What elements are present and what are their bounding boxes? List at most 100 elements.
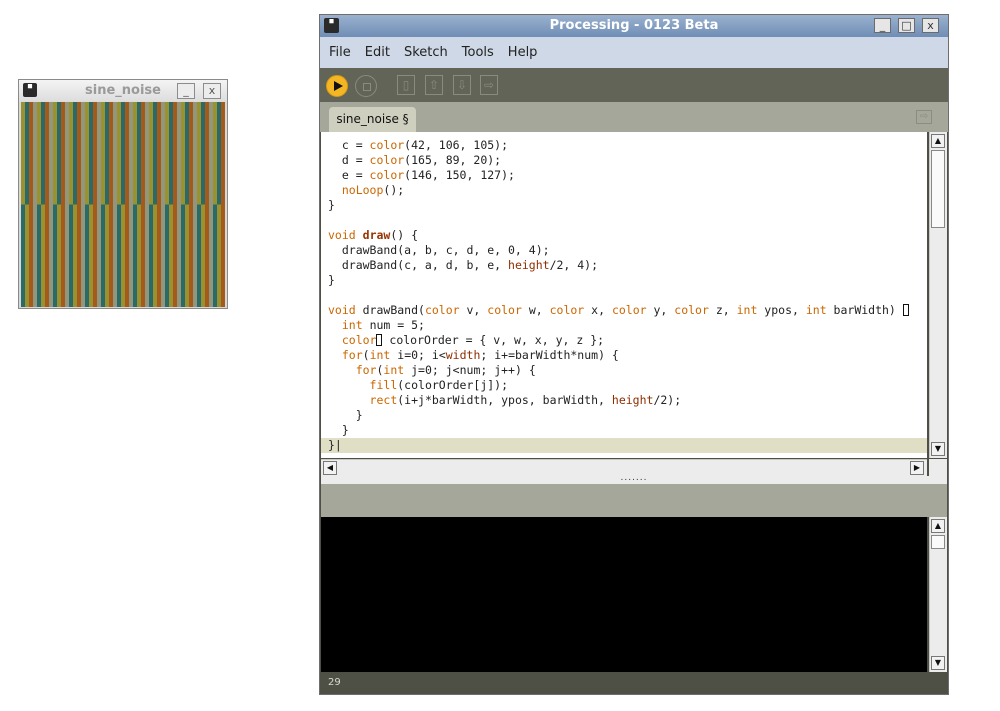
minimize-button[interactable]: _: [177, 83, 195, 99]
console-output[interactable]: [321, 517, 927, 672]
sketch-stripe: [133, 204, 137, 307]
sketch-stripe: [105, 102, 109, 205]
sketch-stripe: [41, 102, 45, 205]
sketch-stripe: [113, 102, 117, 205]
sketch-stripe: [29, 204, 33, 307]
sketch-window[interactable]: ■ sine_noise _ x: [18, 79, 228, 309]
sketch-titlebar[interactable]: ■ sine_noise _ x: [19, 80, 227, 102]
sketch-stripe: [57, 204, 61, 307]
stop-icon[interactable]: [355, 75, 377, 97]
scroll-left-arrow-icon[interactable]: ◀: [323, 461, 337, 475]
save-down-arrow-icon[interactable]: ⇩: [453, 75, 471, 95]
sketch-stripe: [49, 102, 53, 205]
new-file-icon[interactable]: ▯: [397, 75, 415, 95]
export-arrow-icon[interactable]: ⇨: [480, 75, 498, 95]
status-bar: 29: [320, 672, 948, 694]
sketch-stripe: [141, 204, 145, 307]
run-play-icon[interactable]: [326, 75, 348, 97]
sketch-stripe: [153, 204, 157, 307]
menu-sketch[interactable]: Sketch: [397, 37, 455, 68]
open-up-arrow-icon[interactable]: ⇧: [425, 75, 443, 95]
sketch-stripe: [69, 204, 73, 307]
sketch-stripe: [205, 204, 209, 307]
sketch-stripe: [77, 204, 81, 307]
code-line: drawBand(c, a, d, b, e, height/2, 4);: [328, 258, 599, 272]
sketch-stripe: [29, 102, 33, 205]
sketch-stripe: [189, 204, 193, 307]
sketch-stripe: [197, 204, 201, 307]
sketch-stripe: [177, 204, 181, 307]
scroll-up-arrow-icon[interactable]: ▲: [931, 519, 945, 533]
sketch-stripe: [201, 204, 205, 307]
sketch-stripe: [181, 204, 185, 307]
ide-titlebar[interactable]: ■ Processing - 0123 Beta _ □ x: [320, 15, 948, 37]
minimize-button[interactable]: _: [874, 18, 891, 33]
sketch-stripe: [193, 204, 197, 307]
menu-edit[interactable]: Edit: [358, 37, 397, 68]
tab-sine-noise[interactable]: sine_noise §: [329, 107, 416, 132]
sketch-stripe: [201, 102, 205, 205]
processing-ide-window[interactable]: ■ Processing - 0123 Beta _ □ x File Edit S…: [319, 14, 949, 695]
sketch-stripe: [185, 102, 189, 205]
sketch-stripe: [189, 102, 193, 205]
sketch-stripe: [73, 204, 77, 307]
scroll-right-arrow-icon[interactable]: ▶: [910, 461, 924, 475]
scroll-down-arrow-icon[interactable]: ▼: [931, 656, 945, 670]
sketch-stripe: [85, 102, 89, 205]
menu-tools[interactable]: Tools: [455, 37, 501, 68]
sketch-stripe: [93, 102, 97, 205]
tab-menu-arrow-icon[interactable]: ⇨: [916, 110, 932, 124]
sketch-stripe: [81, 204, 85, 307]
sketch-stripe: [89, 102, 93, 205]
sketch-stripe: [157, 102, 161, 205]
sketch-stripe: [213, 204, 217, 307]
menu-file[interactable]: File: [322, 37, 358, 68]
sketch-stripe: [117, 102, 121, 205]
scroll-up-arrow-icon[interactable]: ▲: [931, 134, 945, 148]
scroll-thumb[interactable]: [931, 150, 945, 228]
code-line: d = color(165, 89, 20);: [328, 153, 502, 167]
message-area: [321, 484, 947, 517]
sketch-stripe: [97, 102, 101, 205]
sketch-stripe: [37, 204, 41, 307]
code-line: int num = 5;: [341, 318, 425, 332]
sketch-stripe: [221, 102, 225, 205]
sketch-stripe: [137, 102, 141, 205]
code-line: fill(colorOrder[j]);: [369, 378, 509, 392]
split-divider[interactable]: .......: [321, 474, 947, 484]
sketch-stripe: [49, 204, 53, 307]
code-line: }: [328, 198, 335, 212]
code-editor[interactable]: c = color(42, 106, 105); d = color(165, …: [321, 132, 927, 458]
sketch-stripe: [145, 102, 149, 205]
menu-help[interactable]: Help: [501, 37, 545, 68]
sketch-stripe: [45, 204, 49, 307]
code-line: rect(i+j*barWidth, ypos, barWidth, heigh…: [369, 393, 682, 407]
sketch-stripe: [177, 102, 181, 205]
close-button[interactable]: x: [203, 83, 221, 99]
console-scrollbar[interactable]: ▲ ▼: [929, 517, 947, 672]
new-glyph: ▯: [402, 78, 410, 92]
code-line: void draw() {: [328, 228, 419, 242]
scroll-down-arrow-icon[interactable]: ▼: [931, 442, 945, 456]
sketch-stripe: [121, 204, 125, 307]
sketch-stripe: [181, 102, 185, 205]
sketch-stripe: [61, 102, 65, 205]
close-button[interactable]: x: [922, 18, 939, 33]
sketch-stripe: [113, 204, 117, 307]
sketch-stripe: [185, 204, 189, 307]
maximize-button[interactable]: □: [898, 18, 915, 33]
line-number: 29: [328, 677, 341, 688]
toolbar: ▯ ⇧ ⇩ ⇨: [320, 68, 948, 102]
sketch-stripe: [217, 204, 221, 307]
sketch-stripe: [149, 102, 153, 205]
sketch-stripe: [221, 204, 225, 307]
sketch-window-title: sine_noise: [85, 83, 161, 98]
sketch-stripe: [121, 102, 125, 205]
editor-vertical-scrollbar[interactable]: ▲ ▼: [929, 132, 947, 458]
scroll-thumb[interactable]: [931, 535, 945, 549]
sketch-stripe: [101, 204, 105, 307]
sketch-stripe: [129, 204, 133, 307]
menu-bar: File Edit Sketch Tools Help: [320, 37, 948, 69]
